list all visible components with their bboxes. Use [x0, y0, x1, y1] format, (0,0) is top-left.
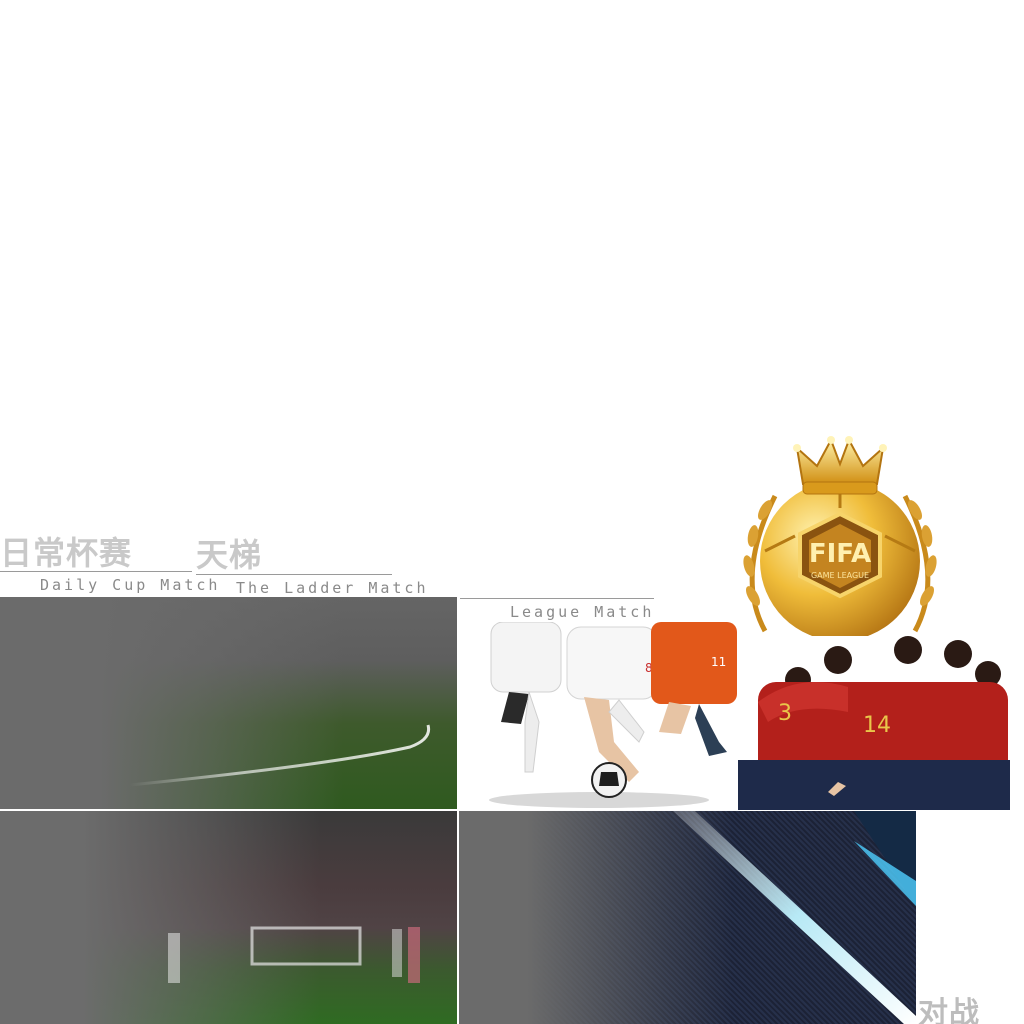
team-celebration-image: 3 14 [738, 632, 1010, 810]
team-graphic: 3 14 [738, 636, 1010, 810]
pitch-background-panel [0, 597, 457, 809]
running-players-image: 8 11 [459, 622, 737, 810]
pitch-line-graphic [129, 724, 431, 787]
orange-player-number: 11 [711, 655, 726, 669]
fifa-gold-badge: FIFA GAME LEAGUE [735, 426, 945, 636]
battle-cloth-panel [459, 811, 916, 1024]
daily-cup-divider [0, 571, 192, 572]
badge-text: FIFA [809, 539, 871, 569]
battle-title-cn: 对战 [918, 996, 980, 1024]
league-title-en: League Match [510, 603, 655, 621]
stadium-goal-graphic [168, 926, 420, 983]
red-player-number-b: 14 [863, 713, 891, 738]
players-graphic: 8 11 [489, 622, 737, 808]
crown-icon [793, 436, 887, 495]
ladder-title-cn: 天梯 [196, 536, 263, 574]
light-streak-graphic [673, 811, 916, 1024]
ladder-title-en: The Ladder Match [236, 579, 429, 597]
stadium-background-panel [0, 811, 457, 1024]
gold-badge-graphic: FIFA GAME LEAGUE [743, 436, 937, 636]
red-player-number-a: 3 [778, 701, 792, 726]
badge-subtext: GAME LEAGUE [811, 571, 869, 580]
ladder-divider [196, 574, 392, 575]
daily-cup-title-en: Daily Cup Match [40, 576, 221, 594]
texture-atlas: 日常杯赛 Daily Cup Match 天梯 The Ladder Match… [0, 0, 1024, 1024]
daily-cup-title-cn: 日常杯赛 [0, 534, 133, 572]
league-divider [460, 598, 654, 599]
